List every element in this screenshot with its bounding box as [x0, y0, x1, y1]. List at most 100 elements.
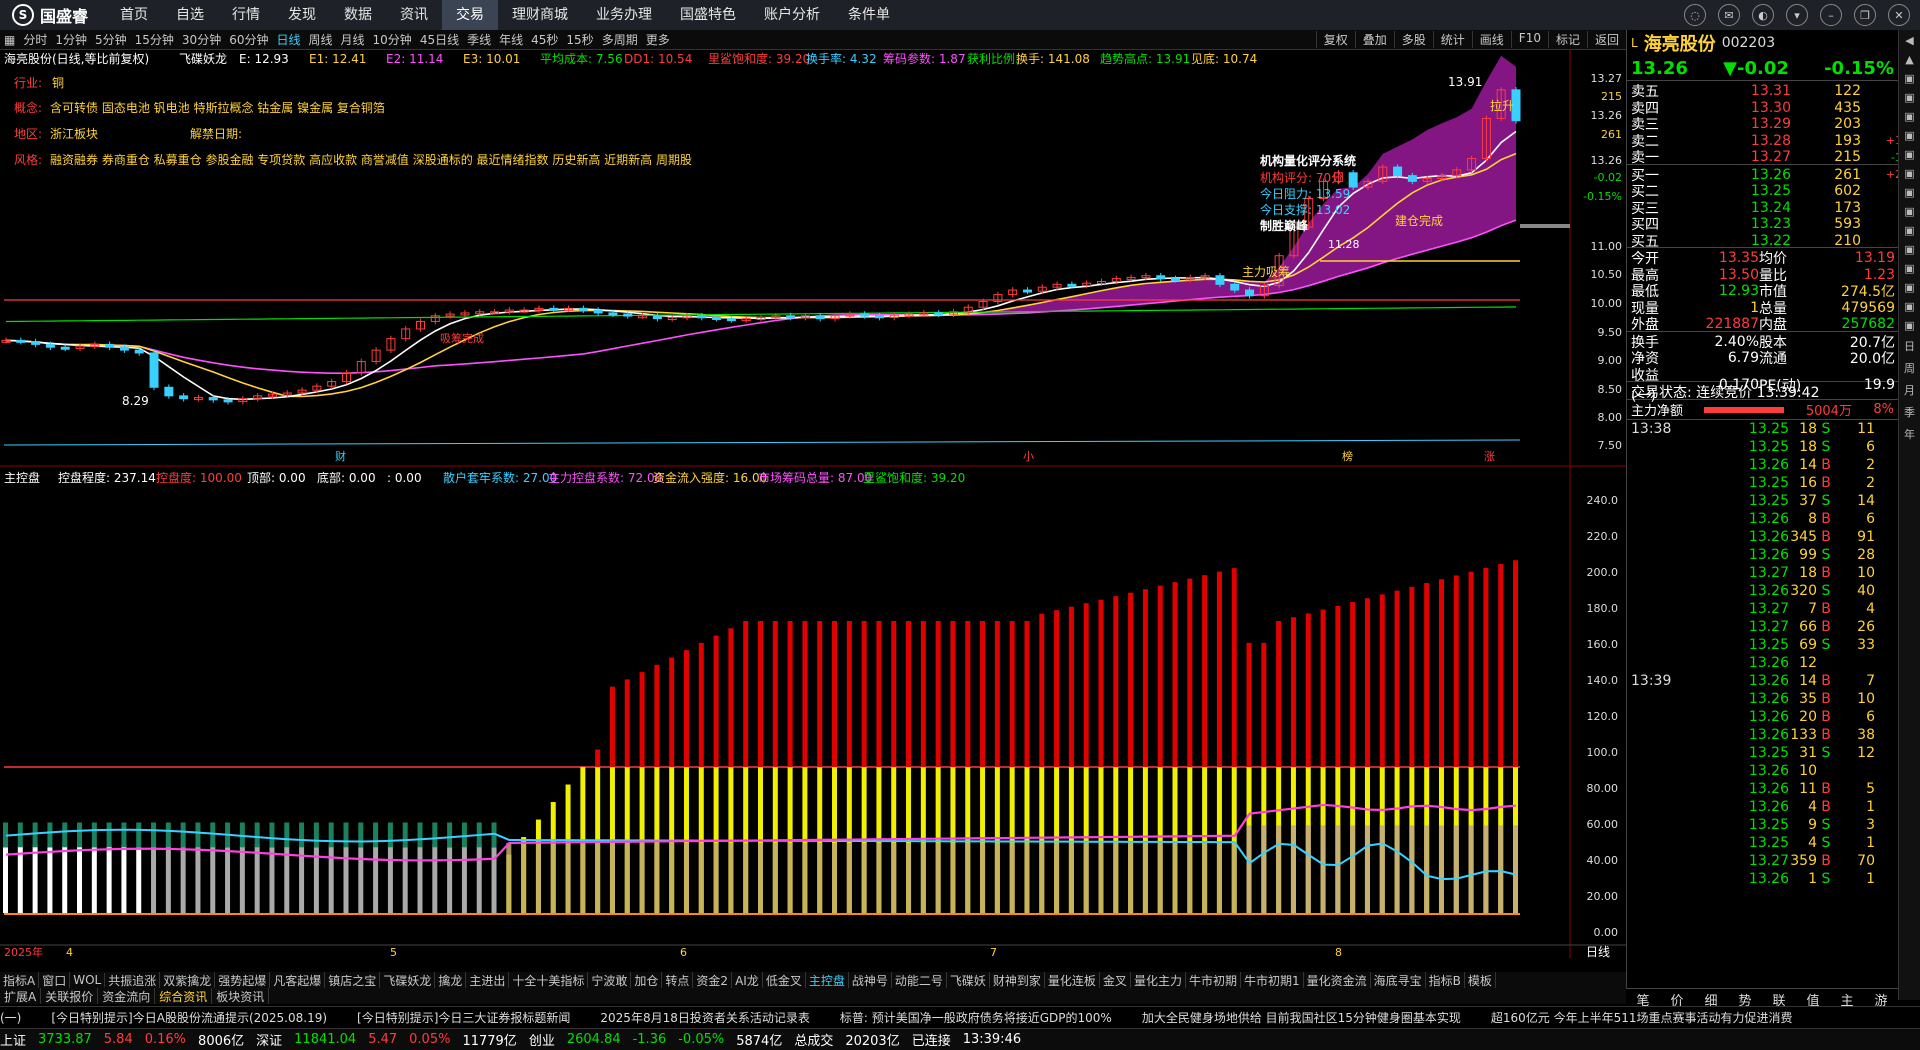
mail-icon[interactable]: ✉	[1718, 4, 1740, 26]
side-tool-icon[interactable]: ▣	[1904, 148, 1914, 161]
news-item[interactable]: 标普: 预计美国净一般政府债务将接近GDP的100%	[840, 1009, 1112, 1026]
period-15秒[interactable]: 15秒	[562, 31, 597, 48]
side-tool-icon[interactable]: ▣	[1904, 129, 1914, 142]
indicator-tab-WOL[interactable]: WOL	[70, 973, 106, 987]
indicator-tab-主进出[interactable]: 主进出	[466, 972, 510, 988]
side-tool-icon[interactable]: ▣	[1904, 281, 1914, 294]
menu-icon[interactable]: ▾	[1786, 4, 1808, 26]
period-更多[interactable]: 更多	[642, 31, 674, 48]
indicator-tab-量化连板[interactable]: 量化连板	[1045, 972, 1100, 988]
period-季线[interactable]: 季线	[463, 31, 495, 48]
indicator-tab-资金2[interactable]: 资金2	[693, 972, 733, 988]
side-月[interactable]: 月	[1904, 382, 1915, 398]
indicator-tab-飞碟妖龙[interactable]: 飞碟妖龙	[380, 972, 436, 988]
news-item[interactable]: 2025年8月18日投资者关系活动记录表	[600, 1009, 809, 1026]
nav-资讯[interactable]: 资讯	[386, 0, 442, 30]
kline-chart[interactable]: 海亮股份(日线,等比前复权) 飞碟妖龙 E: 12.93 E1: 12.41 E2: 1…	[0, 50, 1626, 959]
side-arrow-0[interactable]: ◀	[1905, 34, 1913, 47]
indicator-tab-飞碟妖[interactable]: 飞碟妖	[947, 972, 990, 988]
period-10分钟[interactable]: 10分钟	[369, 31, 416, 48]
news-item[interactable]: [今日特别提示]今日A股股份流通提示(2025.08.19)	[51, 1009, 327, 1026]
side-arrow-1[interactable]: ▲	[1905, 53, 1913, 66]
period-多周期[interactable]: 多周期	[598, 31, 642, 48]
nav-行情[interactable]: 行情	[218, 0, 274, 30]
news-item[interactable]: 加大全民健身场地供给 目前我国社区15分钟健身圈基本实现	[1142, 1009, 1461, 1026]
sub-tab-资金流向[interactable]: 资金流向	[98, 988, 156, 1004]
indicator-tab-转点[interactable]: 转点	[662, 972, 694, 988]
close-icon[interactable]: ✕	[1888, 4, 1910, 26]
indicator-tab-共振追涨[interactable]: 共振追涨	[105, 972, 161, 988]
sub-tab-关联报价[interactable]: 关联报价	[41, 988, 99, 1004]
nav-发现[interactable]: 发现	[274, 0, 330, 30]
nav-条件单[interactable]: 条件单	[834, 0, 904, 30]
indicator-tab-镇店之宝[interactable]: 镇店之宝	[325, 972, 381, 988]
nav-交易[interactable]: 交易	[442, 0, 499, 30]
news-item[interactable]: [今日特别提示]今日三大证券报标题新闻	[357, 1009, 570, 1026]
side-tool-icon[interactable]: ▣	[1904, 110, 1914, 123]
tool-返回[interactable]: 返回	[1586, 31, 1626, 48]
side-tool-icon[interactable]: ▣	[1904, 300, 1914, 313]
indicator-tab-量化主力[interactable]: 量化主力	[1131, 972, 1186, 988]
period-周线[interactable]: 周线	[305, 31, 337, 48]
chat-icon[interactable]: ◌	[1684, 4, 1706, 26]
minimize-icon[interactable]: –	[1820, 4, 1842, 26]
indicator-tab-牛市初期[interactable]: 牛市初期	[1186, 972, 1241, 988]
tool-统计[interactable]: 统计	[1432, 31, 1472, 48]
side-日[interactable]: 日	[1904, 338, 1915, 354]
indicator-tab-量化资金流[interactable]: 量化资金流	[1304, 972, 1371, 988]
sub-tab-综合资讯[interactable]: 综合资讯	[155, 988, 213, 1004]
nav-数据[interactable]: 数据	[330, 0, 386, 30]
side-tool-icon[interactable]: ▣	[1904, 319, 1914, 332]
period-5分钟[interactable]: 5分钟	[91, 31, 131, 48]
chart-area[interactable]: 海亮股份(日线,等比前复权) 飞碟妖龙 E: 12.93 E1: 12.41 E2: 1…	[0, 50, 1626, 959]
news-item[interactable]: (一)	[0, 1009, 21, 1026]
nav-自选[interactable]: 自选	[162, 0, 218, 30]
indicator-tab-加仓[interactable]: 加仓	[631, 972, 663, 988]
side-周[interactable]: 周	[1904, 360, 1915, 376]
indicator-tab-凡客起爆[interactable]: 凡客起爆	[270, 972, 326, 988]
sub-tab-扩展A[interactable]: 扩展A	[0, 988, 42, 1004]
skin-icon[interactable]: ◐	[1752, 4, 1774, 26]
tool-画线[interactable]: 画线	[1471, 31, 1511, 48]
nav-业务办理[interactable]: 业务办理	[582, 0, 666, 30]
period-日线[interactable]: 日线	[272, 31, 304, 48]
tick-list[interactable]: 13:38 13.25 18 S 11 13.25 18 S 6 13.26 14 B 2 13.25 16…	[1627, 419, 1898, 888]
side-tool-icon[interactable]: ▣	[1904, 186, 1914, 199]
indicator-tab-指标B[interactable]: 指标B	[1426, 972, 1465, 988]
tool-标记[interactable]: 标记	[1547, 31, 1587, 48]
indicator-tab-双紫擒龙[interactable]: 双紫擒龙	[160, 972, 216, 988]
period-30分钟[interactable]: 30分钟	[178, 31, 225, 48]
period-45日线[interactable]: 45日线	[416, 31, 463, 48]
period-15分钟[interactable]: 15分钟	[131, 31, 178, 48]
indicator-tab-AI龙[interactable]: AI龙	[732, 972, 763, 988]
indicator-tab-低金叉[interactable]: 低金叉	[763, 972, 806, 988]
tool-多股[interactable]: 多股	[1393, 31, 1433, 48]
indicator-tab-擒龙[interactable]: 擒龙	[435, 972, 467, 988]
side-tool-icon[interactable]: ▣	[1904, 262, 1914, 275]
indicator-tab-宁波敢[interactable]: 宁波敢	[588, 972, 632, 988]
sub-tab-板块资讯[interactable]: 板块资讯	[212, 988, 270, 1004]
nav-理财商城[interactable]: 理财商城	[498, 0, 582, 30]
side-tool-icon[interactable]: ▣	[1904, 167, 1914, 180]
side-tool-icon[interactable]: ▣	[1904, 72, 1914, 85]
nav-国盛特色[interactable]: 国盛特色	[666, 0, 750, 30]
period-年线[interactable]: 年线	[495, 31, 527, 48]
nav-首页[interactable]: 首页	[106, 0, 162, 30]
tool-复权[interactable]: 复权	[1315, 31, 1355, 48]
nav-账户分析[interactable]: 账户分析	[750, 0, 834, 30]
side-tool-icon[interactable]: ▣	[1904, 205, 1914, 218]
indicator-tab-动能二号[interactable]: 动能二号	[892, 972, 947, 988]
side-tool-icon[interactable]: ▣	[1904, 243, 1914, 256]
indicator-tab-海底寻宝[interactable]: 海底寻宝	[1371, 972, 1426, 988]
indicator-tab-牛市初期1[interactable]: 牛市初期1	[1241, 972, 1304, 988]
tool-叠加[interactable]: 叠加	[1354, 31, 1394, 48]
indicator-tab-主控盘[interactable]: 主控盘	[806, 972, 849, 988]
period-1分钟[interactable]: 1分钟	[51, 31, 91, 48]
indicator-tab-财神到家[interactable]: 财神到家	[990, 972, 1045, 988]
period-60分钟[interactable]: 60分钟	[225, 31, 272, 48]
indicator-tab-金叉[interactable]: 金叉	[1100, 972, 1131, 988]
indicator-tab-战神号[interactable]: 战神号	[849, 972, 892, 988]
side-年[interactable]: 年	[1904, 426, 1915, 442]
indicator-tab-窗口[interactable]: 窗口	[39, 972, 71, 988]
news-item[interactable]: 超160亿元 今年上半年511场重点赛事活动有力促进消费	[1491, 1009, 1793, 1026]
